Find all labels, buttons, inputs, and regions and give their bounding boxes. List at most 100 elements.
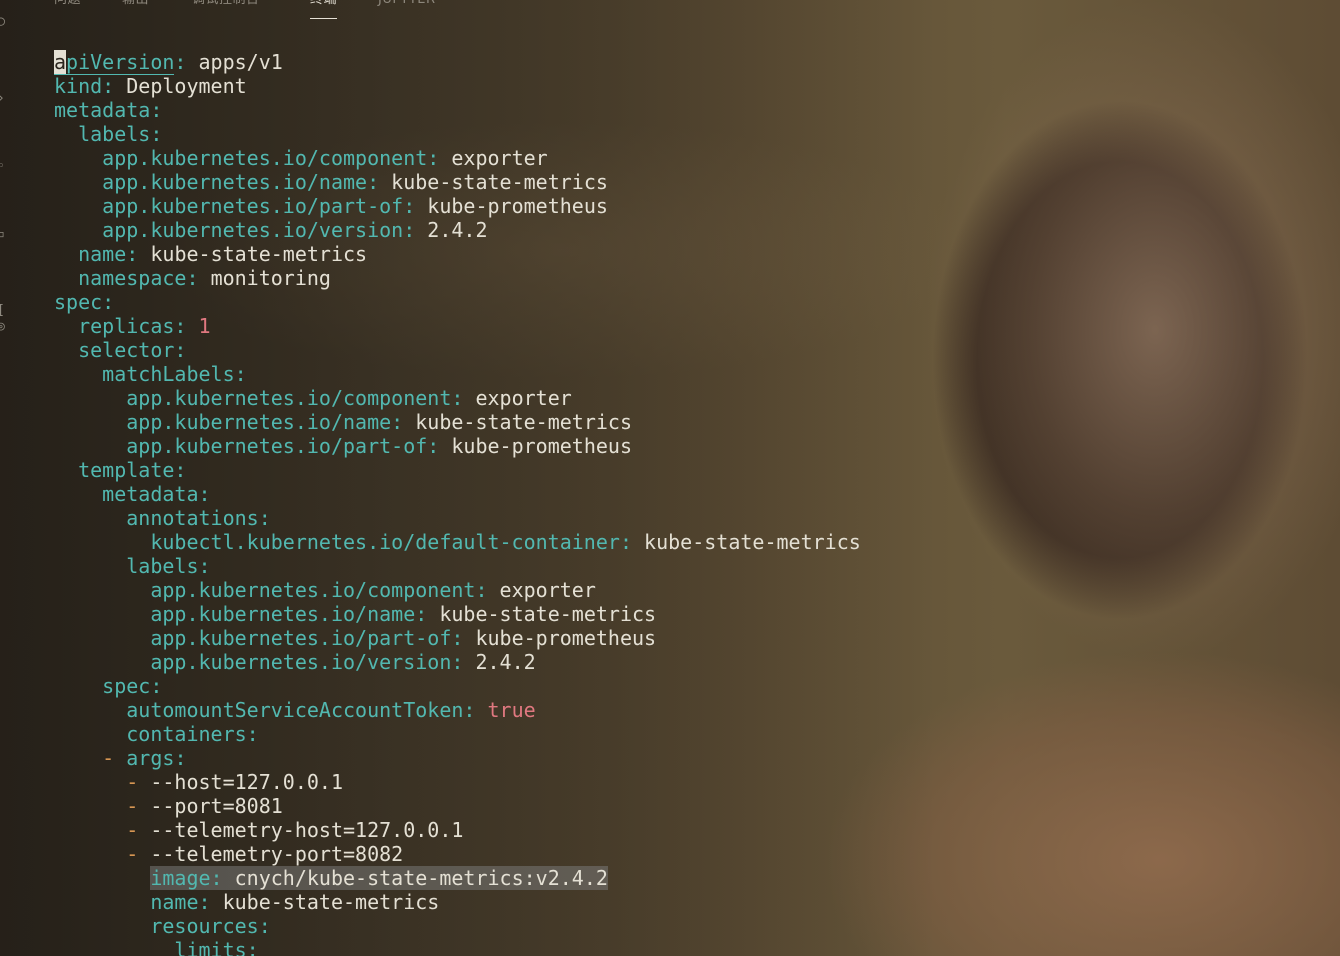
yaml-key: app.kubernetes.io/part-of (126, 434, 428, 458)
colon: : (198, 482, 211, 506)
tab-terminal[interactable]: 终端 (310, 0, 338, 19)
colon: : (102, 74, 115, 98)
yaml-key: template (78, 458, 175, 482)
code-line[interactable]: name: kube-state-metrics (54, 890, 861, 914)
code-line[interactable]: limits: (54, 938, 861, 956)
yaml-key: labels (126, 554, 199, 578)
yaml-key: app.kubernetes.io/name (126, 410, 392, 434)
code-line[interactable]: image: cnych/kube-state-metrics:v2.4.2 (54, 866, 861, 890)
tab-jupyter[interactable]: JUPYTER (378, 0, 436, 18)
yaml-value: cnych/kube-state-metrics:v2.4.2 (234, 866, 608, 890)
colon: : (619, 530, 632, 554)
line-content: labels: (126, 554, 210, 578)
yaml-value: kube-state-metrics (644, 530, 861, 554)
colon: : (198, 890, 211, 914)
yaml-key: name (78, 242, 127, 266)
code-line[interactable]: replicas: 1 (54, 314, 861, 338)
line-content: app.kubernetes.io/part-of: kube-promethe… (150, 626, 656, 650)
colon: : (174, 314, 187, 338)
yaml-key: spec (102, 674, 151, 698)
code-line[interactable]: - --telemetry-host=127.0.0.1 (54, 818, 861, 842)
code-line[interactable]: selector: (54, 338, 861, 362)
line-content: namespace: monitoring (78, 266, 331, 290)
code-line[interactable]: app.kubernetes.io/name: kube-state-metri… (54, 170, 861, 194)
code-line[interactable]: containers: (54, 722, 861, 746)
yaml-key: annotations (126, 506, 259, 530)
code-line[interactable]: - --host=127.0.0.1 (54, 770, 861, 794)
branch-icon[interactable]: ◦ (0, 160, 9, 174)
code-line[interactable]: annotations: (54, 506, 861, 530)
code-line[interactable]: app.kubernetes.io/part-of: kube-promethe… (54, 194, 861, 218)
yaml-key: app.kubernetes.io/name (102, 170, 368, 194)
code-line[interactable]: app.kubernetes.io/part-of: kube-promethe… (54, 434, 861, 458)
chevron-right-icon[interactable]: › (0, 92, 9, 106)
colon: : (150, 98, 163, 122)
colon: : (451, 386, 464, 410)
line-content: - args: (102, 746, 186, 770)
code-line[interactable]: name: kube-state-metrics (54, 242, 861, 266)
code-line[interactable]: - --port=8081 (54, 794, 861, 818)
line-content: apiVersion: apps/v1 (54, 50, 283, 75)
line-content: matchLabels: (102, 362, 247, 386)
code-line[interactable]: spec: (54, 290, 861, 314)
colon: : (403, 218, 416, 242)
yaml-key: app.kubernetes.io/part-of (102, 194, 404, 218)
colon: : (174, 338, 187, 362)
code-line[interactable]: - --telemetry-port=8082 (54, 842, 861, 866)
code-line[interactable]: template: (54, 458, 861, 482)
line-content: app.kubernetes.io/part-of: kube-promethe… (102, 194, 608, 218)
code-line[interactable]: app.kubernetes.io/version: 2.4.2 (54, 218, 861, 242)
code-line[interactable]: metadata: (54, 98, 861, 122)
code-line[interactable]: labels: (54, 122, 861, 146)
code-line[interactable]: apiVersion: apps/v1 (54, 50, 861, 75)
yaml-value: --telemetry-host=127.0.0.1 (150, 818, 464, 842)
code-line[interactable]: resources: (54, 914, 861, 938)
code-line[interactable]: app.kubernetes.io/name: kube-state-metri… (54, 410, 861, 434)
colon: : (367, 170, 380, 194)
yaml-value: 1 (198, 314, 211, 338)
tab-debug-console[interactable]: 调试控制台 (192, 0, 260, 18)
code-line[interactable]: kind: Deployment (54, 74, 861, 98)
yaml-value: kube-prometheus (427, 194, 608, 218)
yaml-value: Deployment (126, 74, 247, 98)
line-content: spec: (54, 290, 114, 314)
code-line[interactable]: app.kubernetes.io/name: kube-state-metri… (54, 602, 861, 626)
line-content: automountServiceAccountToken: true (126, 698, 535, 722)
yaml-key: matchLabels (102, 362, 235, 386)
code-line[interactable]: app.kubernetes.io/component: exporter (54, 578, 861, 602)
code-line[interactable]: app.kubernetes.io/part-of: kube-promethe… (54, 626, 861, 650)
yaml-key: app.kubernetes.io/version (102, 218, 404, 242)
code-line[interactable]: - args: (54, 746, 861, 770)
yaml-key-rest: piVersion (66, 50, 175, 74)
colon: : (150, 674, 163, 698)
code-line[interactable]: automountServiceAccountToken: true (54, 698, 861, 722)
gear-icon[interactable]: ◎ (0, 320, 9, 334)
bracket-icon[interactable]: [ (0, 304, 9, 318)
yaml-key: name (150, 890, 199, 914)
yaml-value: monitoring (210, 266, 331, 290)
yaml-value: kube-state-metrics (150, 242, 368, 266)
code-line[interactable]: spec: (54, 674, 861, 698)
tab-output[interactable]: 输出 (122, 0, 149, 18)
line-content: - --host=127.0.0.1 (126, 770, 343, 794)
tab-problems[interactable]: 问题 (54, 0, 81, 18)
code-line[interactable]: app.kubernetes.io/version: 2.4.2 (54, 650, 861, 674)
panel-tab-bar: 问题 输出 调试控制台 终端 JUPYTER (0, 0, 1340, 20)
yaml-key: spec (54, 290, 103, 314)
yaml-value: true (487, 698, 536, 722)
code-line[interactable]: matchLabels: (54, 362, 861, 386)
box-icon[interactable]: ▫ (0, 228, 9, 242)
yaml-key: app.kubernetes.io/part-of (150, 626, 452, 650)
code-line[interactable]: namespace: monitoring (54, 266, 861, 290)
code-line[interactable]: kubectl.kubernetes.io/default-container:… (54, 530, 861, 554)
yaml-value: kube-prometheus (451, 434, 632, 458)
colon: : (403, 194, 416, 218)
code-line[interactable]: app.kubernetes.io/component: exporter (54, 386, 861, 410)
colon: : (258, 914, 271, 938)
code-line[interactable]: labels: (54, 554, 861, 578)
code-line[interactable]: metadata: (54, 482, 861, 506)
line-content: app.kubernetes.io/part-of: kube-promethe… (126, 434, 632, 458)
code-line[interactable]: app.kubernetes.io/component: exporter (54, 146, 861, 170)
line-content: template: (78, 458, 186, 482)
yaml-editor[interactable]: apiVersion: apps/v1 kind: Deployment metad… (54, 50, 861, 956)
